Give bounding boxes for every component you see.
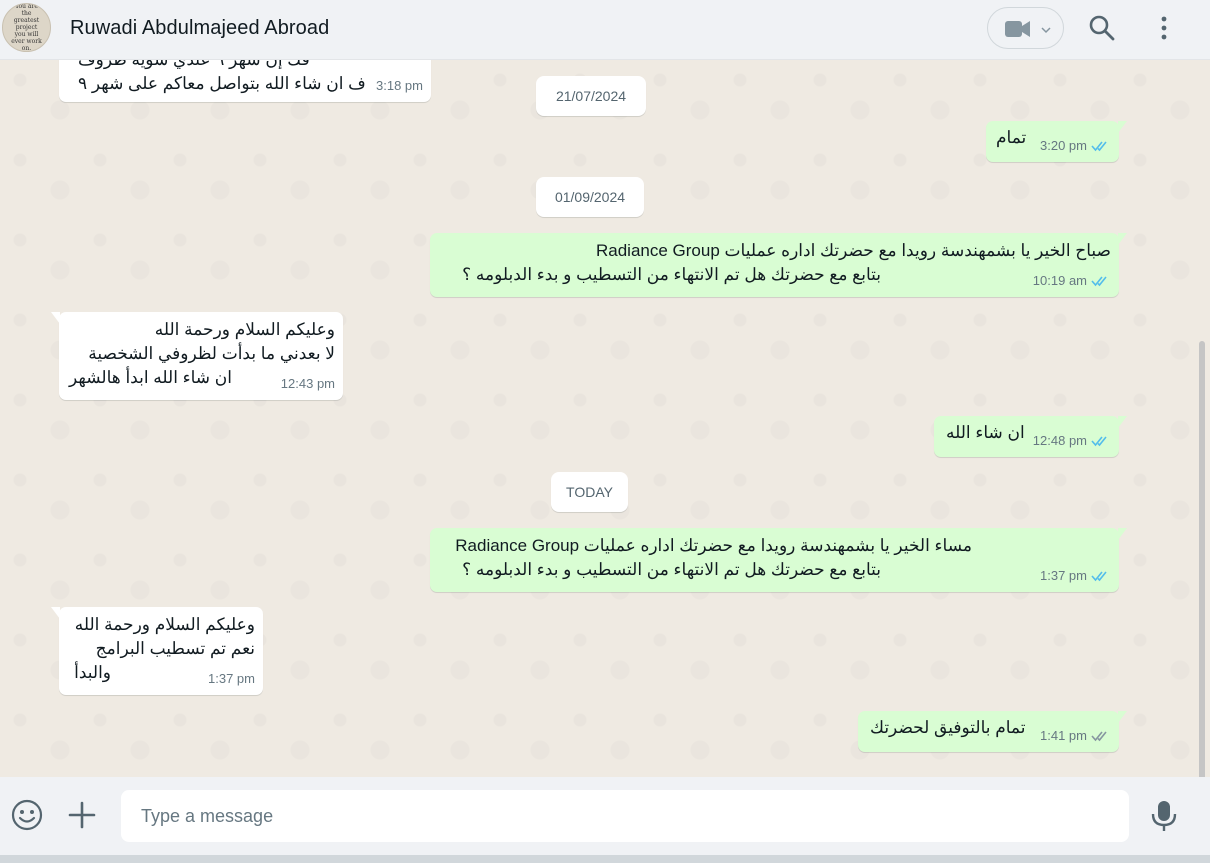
- avatar-caption: You are the greatest project you will ev…: [11, 3, 42, 52]
- bubble-tail: [1118, 711, 1127, 723]
- message-time: 3:18 pm: [376, 78, 423, 93]
- read-receipt-icon: [1091, 276, 1107, 287]
- message-text: صباح الخير يا بشمهندسة رويدا مع حضرتك اد…: [596, 241, 1111, 260]
- message-text: وعليكم السلام ورحمة الله: [74, 615, 255, 634]
- plus-icon[interactable]: [66, 799, 98, 831]
- message-meta: 1:41 pm: [1040, 724, 1111, 748]
- message-incoming[interactable]: فك إن شهر ٩ عندي شوية ظروف ف ان شاء الله…: [59, 60, 431, 102]
- message-input[interactable]: [121, 790, 1129, 842]
- message-outgoing[interactable]: مساء الخير يا بشمهندسة رويدا مع حضرتك اد…: [430, 528, 1127, 592]
- bubble-tail: [51, 607, 60, 619]
- message-meta: 1:37 pm: [1040, 564, 1111, 588]
- composer-bar: [0, 777, 1210, 855]
- message-time: 10:19 am: [1032, 273, 1087, 288]
- read-receipt-icon: [1091, 436, 1107, 447]
- message-text: وعليكم السلام ورحمة الله: [154, 320, 335, 339]
- message-time: 1:41 pm: [1040, 728, 1087, 743]
- message-meta: 3:20 pm: [1040, 134, 1111, 158]
- scrollbar-thumb[interactable]: [1199, 341, 1205, 777]
- message-outgoing[interactable]: ان شاء الله 12:48 pm: [934, 416, 1127, 457]
- message-text: لا بعدني ما بدأت لظروفي الشخصية: [88, 344, 335, 363]
- message-list[interactable]: فك إن شهر ٩ عندي شوية ظروف ف ان شاء الله…: [0, 60, 1210, 777]
- microphone-icon[interactable]: [1150, 799, 1178, 833]
- message-text: نعم تم تسطيب البرامج: [95, 639, 255, 658]
- emoji-icon[interactable]: [10, 798, 44, 832]
- read-receipt-icon: [1091, 141, 1107, 152]
- message-text: مساء الخير يا بشمهندسة رويدا مع حضرتك اد…: [455, 536, 972, 555]
- message-time: 3:20 pm: [1040, 138, 1087, 153]
- video-camera-icon: [1005, 21, 1030, 37]
- message-time: 1:37 pm: [1040, 568, 1087, 583]
- search-icon[interactable]: [1086, 12, 1118, 44]
- window-bottom-edge: [0, 855, 1210, 863]
- message-incoming[interactable]: وعليكم السلام ورحمة الله نعم تم تسطيب ال…: [51, 607, 263, 695]
- bubble-tail: [1118, 233, 1127, 245]
- bubble-tail: [51, 312, 60, 324]
- message-time: 12:48 pm: [1032, 433, 1087, 448]
- message-meta: 12:43 pm: [281, 372, 335, 396]
- message-text: ف ان شاء الله بتواصل معاكم على شهر ٩: [78, 74, 366, 93]
- bubble-tail: [1118, 121, 1127, 133]
- message-outgoing[interactable]: تمام بالتوفيق لحضرتك 1:41 pm: [858, 711, 1127, 752]
- message-meta: 12:48 pm: [1033, 429, 1111, 453]
- date-separator: 21/07/2024: [536, 76, 646, 116]
- message-outgoing[interactable]: تمام 3:20 pm: [986, 121, 1127, 162]
- message-text: بتابع مع حضرتك هل تم الانتهاء من التسطيب…: [462, 560, 881, 579]
- message-time: 1:37 pm: [208, 671, 255, 686]
- date-label: 01/09/2024: [554, 189, 626, 205]
- message-meta: 1:37 pm: [208, 667, 255, 691]
- video-call-button[interactable]: [987, 7, 1064, 49]
- chat-header: You are the greatest project you will ev…: [0, 0, 1210, 60]
- message-meta: 10:19 am: [1033, 269, 1111, 293]
- read-receipt-icon: [1091, 571, 1107, 582]
- contact-name[interactable]: Ruwadi Abdulmajeed Abroad: [70, 17, 329, 40]
- more-vertical-icon[interactable]: [1148, 12, 1180, 44]
- bubble-tail: [1118, 528, 1127, 540]
- date-label: TODAY: [566, 484, 613, 500]
- message-outgoing[interactable]: صباح الخير يا بشمهندسة رويدا مع حضرتك اد…: [430, 233, 1127, 297]
- message-meta: 3:18 pm: [376, 74, 423, 98]
- message-incoming[interactable]: وعليكم السلام ورحمة الله لا بعدني ما بدأ…: [51, 312, 343, 400]
- chevron-down-icon: [1041, 27, 1051, 34]
- date-separator: 01/09/2024: [536, 177, 644, 217]
- message-text: فك إن شهر ٩ عندي شوية ظروف: [68, 60, 423, 72]
- bubble-tail: [1118, 416, 1127, 428]
- message-time: 12:43 pm: [280, 376, 335, 391]
- date-separator: TODAY: [551, 472, 628, 512]
- date-label: 21/07/2024: [555, 88, 627, 104]
- delivered-receipt-icon: [1091, 731, 1107, 742]
- contact-avatar[interactable]: You are the greatest project you will ev…: [2, 3, 51, 52]
- message-text: بتابع مع حضرتك هل تم الانتهاء من التسطيب…: [462, 265, 881, 284]
